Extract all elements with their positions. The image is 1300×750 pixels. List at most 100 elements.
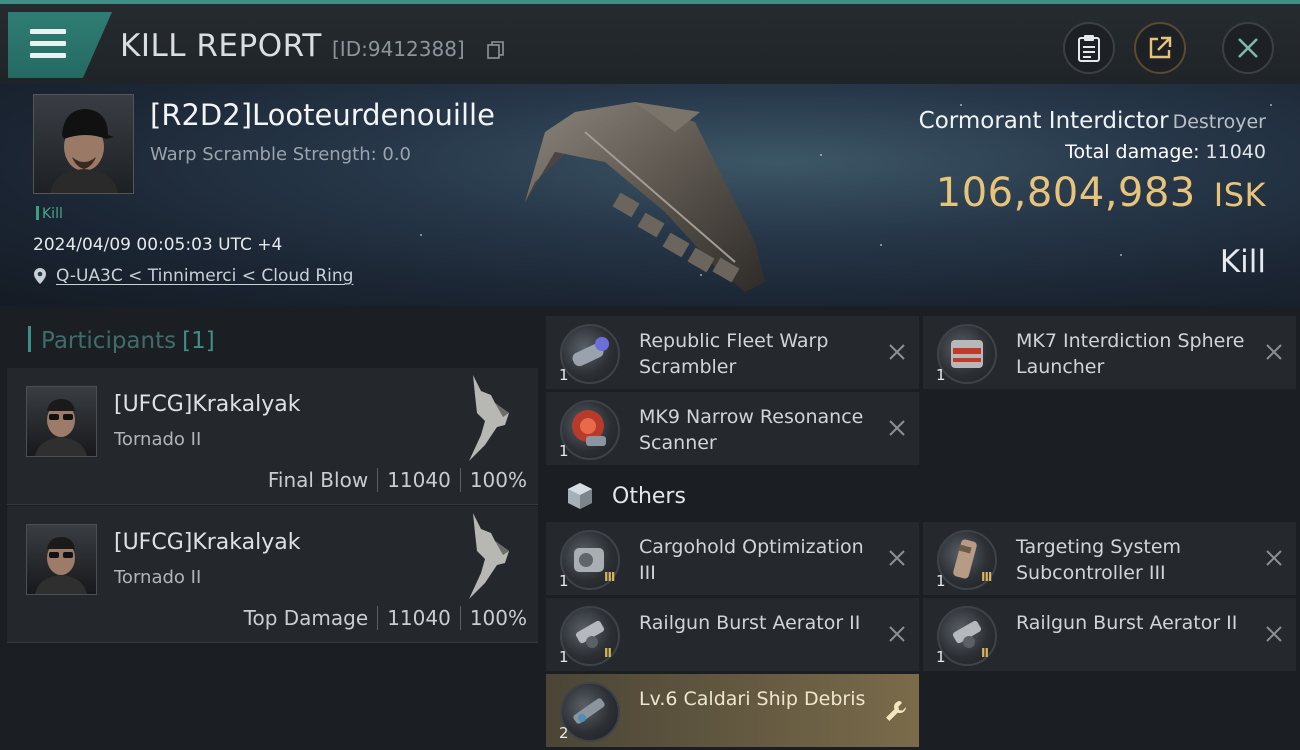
destroyed-icon (889, 344, 905, 360)
total-damage-value: 11040 (1205, 141, 1266, 163)
cube-icon (568, 483, 592, 509)
participant-percent: 100% (469, 468, 527, 492)
ship-class: Destroyer (1172, 111, 1266, 133)
module-name: MK9 Narrow Resonance Scanner (639, 406, 864, 454)
share-icon (1149, 36, 1172, 59)
participant-stats: Top Damage 11040 100% (244, 606, 527, 630)
sphere-launcher-icon (937, 324, 997, 384)
railgun-rig-icon (560, 606, 620, 666)
module-item[interactable]: 1 III Targeting System Subcontroller III (923, 522, 1296, 595)
participants-label: Participants (41, 328, 177, 354)
participant-name[interactable]: [UFCG]Krakalyak (114, 530, 300, 555)
module-name: Railgun Burst Aerator II (1016, 612, 1238, 634)
participant-ship: Tornado II (114, 567, 202, 588)
module-quantity: 1 (936, 366, 946, 384)
avatar[interactable] (26, 524, 97, 595)
destroyed-icon (889, 550, 905, 566)
module-name: Lv.6 Caldari Ship Debris (639, 688, 866, 710)
pilot-portrait (35, 537, 87, 594)
warp-scrambler-icon (560, 324, 620, 384)
participant-stats: Final Blow 11040 100% (268, 468, 527, 492)
kill-tag: Kill (36, 206, 63, 222)
module-quantity: 1 (936, 648, 946, 666)
ship-name-label: Cormorant Interdictor (918, 108, 1169, 134)
destroyed-icon (1266, 626, 1282, 642)
participant-percent: 100% (469, 606, 527, 630)
module-item[interactable]: 1 II Railgun Burst Aerator II (546, 598, 919, 671)
module-quantity: 1 (559, 648, 569, 666)
pilot-portrait (35, 399, 87, 456)
module-item[interactable]: 1 MK9 Narrow Resonance Scanner (546, 392, 919, 465)
warp-scramble-strength: Warp Scramble Strength: 0.0 (150, 144, 412, 165)
sphere-launcher-graphic (951, 340, 983, 368)
kill-tag-label: Kill (42, 206, 63, 222)
destroyed-icon (889, 626, 905, 642)
module-name: Republic Fleet Warp Scrambler (639, 330, 829, 378)
participants-title: Participants [1] (28, 326, 215, 354)
module-name: Targeting System Subcontroller III (1016, 536, 1182, 584)
tornado-ship-icon (469, 513, 509, 599)
participant-row[interactable]: [UFCG]Krakalyak Tornado II Final Blow 11… (7, 368, 538, 505)
isk-amount: 106,804,983 (935, 170, 1196, 216)
destroyed-icon (1266, 550, 1282, 566)
destroyed-icon (1266, 344, 1282, 360)
wrench-icon[interactable] (883, 698, 909, 724)
module-item[interactable]: 1 II Railgun Burst Aerator II (923, 598, 1296, 671)
module-quantity: 1 (559, 442, 569, 460)
kill-location[interactable]: Q-UA3C < Tinnimerci < Cloud Ring (33, 266, 353, 286)
isk-value: 106,804,983 ISK (936, 170, 1266, 216)
total-damage: Total damage: 11040 (1065, 141, 1266, 163)
close-icon (1238, 38, 1258, 58)
warp-scrambler-graphic (572, 337, 609, 367)
module-quantity: 1 (936, 572, 946, 590)
copy-icon[interactable] (487, 41, 504, 59)
participant-damage: 11040 (387, 468, 451, 492)
module-quantity: 2 (559, 724, 569, 742)
close-button[interactable] (1222, 22, 1274, 74)
header: KILL REPORT [ID:9412388] (0, 0, 1300, 84)
module-item[interactable]: 1 MK7 Interdiction Sphere Launcher (923, 316, 1296, 389)
railgun-rig-icon (937, 606, 997, 666)
clipboard-icon (1078, 35, 1100, 62)
participant-row[interactable]: [UFCG]Krakalyak Tornado II Top Damage 11… (7, 506, 538, 643)
victim-name[interactable]: [R2D2]Looteurdenouille (150, 98, 495, 132)
share-button[interactable] (1134, 22, 1186, 74)
participants-count: [1] (182, 328, 215, 354)
ship-name[interactable]: Cormorant Interdictor Destroyer (919, 108, 1266, 134)
module-tier: III (604, 570, 615, 584)
menu-icon-bar (30, 41, 66, 46)
module-name: Cargohold Optimization III (639, 536, 864, 584)
others-label: Others (612, 483, 686, 509)
resonance-scanner-icon (560, 400, 620, 460)
menu-icon-bar (30, 53, 66, 58)
tornado-ship-icon (469, 375, 509, 461)
ship-image (525, 102, 765, 292)
module-tier: II (981, 646, 989, 660)
location-pin-icon (34, 268, 46, 284)
ship-debris-graphic (573, 698, 605, 724)
participant-damage: 11040 (387, 606, 451, 630)
module-item[interactable]: 1 Republic Fleet Warp Scrambler (546, 316, 919, 389)
module-item[interactable]: 1 III Cargohold Optimization III (546, 522, 919, 595)
location-link[interactable]: Q-UA3C < Tinnimerci < Cloud Ring (56, 266, 353, 286)
others-section-header: Others (565, 481, 686, 511)
avatar (50, 109, 118, 193)
kill-banner: [R2D2]Looteurdenouille Warp Scramble Str… (0, 84, 1300, 306)
participant-name[interactable]: [UFCG]Krakalyak (114, 392, 300, 417)
menu-button[interactable] (8, 12, 112, 78)
avatar[interactable] (26, 386, 97, 457)
kill-result: Kill (1219, 244, 1266, 280)
total-damage-label: Total damage: (1065, 141, 1200, 163)
kill-datetime: 2024/04/09 00:05:03 UTC +4 (33, 235, 283, 255)
participants-panel: Participants [1] [UFCG]Krakalyak Tornado … (7, 316, 538, 748)
victim-portrait[interactable] (33, 94, 134, 194)
clipboard-button[interactable] (1063, 22, 1115, 74)
module-item[interactable]: 2 Lv.6 Caldari Ship Debris (546, 674, 919, 747)
module-name: MK7 Interdiction Sphere Launcher (1016, 330, 1245, 378)
report-id: [ID:9412388] (332, 37, 465, 61)
isk-unit: ISK (1213, 176, 1266, 214)
page-title: KILL REPORT (120, 28, 322, 64)
destroyed-icon (889, 420, 905, 436)
module-quantity: 1 (559, 366, 569, 384)
module-quantity: 1 (559, 572, 569, 590)
